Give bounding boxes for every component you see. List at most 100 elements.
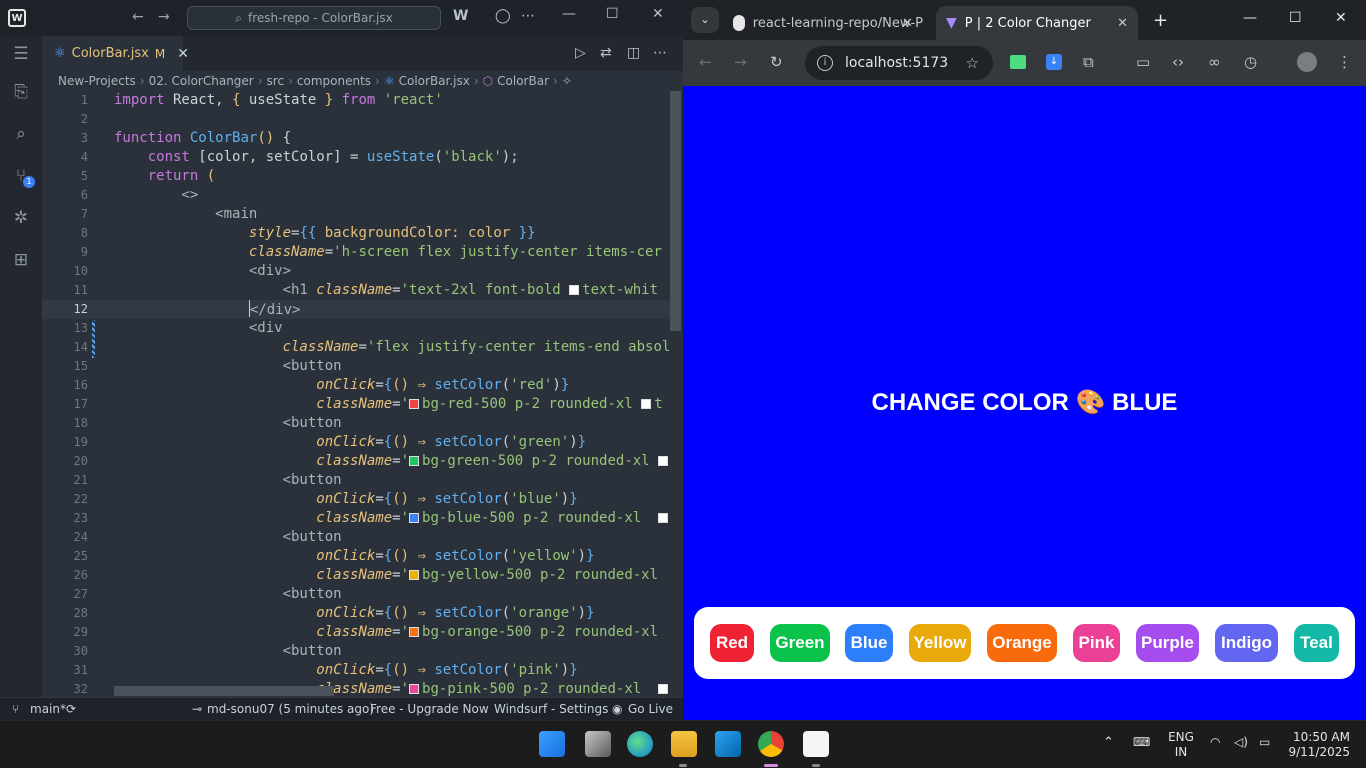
maximize-icon[interactable]: ☐ [1289, 10, 1302, 26]
run-icon[interactable]: ▷ [575, 45, 586, 61]
breadcrumb-item[interactable]: New-Projects [58, 74, 136, 88]
pink-button[interactable]: Pink [1073, 624, 1120, 662]
menu-icon[interactable]: ⋮ [1337, 53, 1352, 71]
tab-search-chevron-icon[interactable]: ⌄ [691, 7, 719, 33]
git-blame[interactable]: md-sonu07 (5 minutes ago) [207, 702, 374, 716]
download-extension-icon[interactable]: ↓ [1046, 54, 1062, 70]
code-token: <h1 [282, 282, 317, 298]
wifi-icon[interactable]: ◠ [1210, 735, 1220, 749]
color-swatch[interactable] [409, 570, 420, 580]
maximize-icon[interactable]: ☐ [606, 6, 619, 22]
windows-start-icon[interactable] [539, 731, 565, 757]
close-tab-icon[interactable]: ✕ [1117, 16, 1128, 31]
file-explorer-icon[interactable] [671, 731, 697, 757]
yellow-button[interactable]: Yellow [909, 624, 971, 662]
volume-icon[interactable]: ◁) [1234, 735, 1248, 749]
color-swatch[interactable] [641, 399, 652, 409]
menu-icon[interactable]: ☰ [11, 44, 31, 64]
indigo-button[interactable]: Indigo [1215, 624, 1278, 662]
chrome-icon[interactable] [758, 731, 784, 757]
clock[interactable]: 10:50 AM 9/11/2025 [1284, 730, 1350, 760]
color-swatch[interactable] [409, 399, 420, 409]
browser-tab-color-changer[interactable]: ▼ P | 2 Color Changer ✕ [936, 6, 1138, 40]
back-icon[interactable]: ← [699, 53, 712, 71]
mail-extension-icon[interactable] [1010, 55, 1026, 69]
run-debug-icon[interactable]: ✲ [11, 208, 31, 228]
show-hidden-icons[interactable]: ⌃ [1103, 735, 1114, 750]
battery-icon[interactable]: ▭ [1259, 735, 1270, 749]
vscode-icon[interactable] [715, 731, 741, 757]
color-swatch[interactable] [658, 513, 669, 523]
purple-button[interactable]: Purple [1136, 624, 1199, 662]
close-window-icon[interactable]: ✕ [1335, 10, 1347, 26]
go-live-button[interactable]: Go Live [628, 702, 673, 716]
upgrade-link[interactable]: Free - Upgrade Now [370, 702, 489, 716]
blue-button[interactable]: Blue [845, 624, 893, 662]
sync-icon[interactable]: ⟳ [66, 702, 76, 716]
command-center-search[interactable]: ⌕ fresh-repo - ColorBar.jsx [187, 6, 441, 30]
split-editor-icon[interactable]: ◫ [627, 45, 640, 61]
language-indicator[interactable]: ENG IN [1165, 730, 1197, 760]
color-swatch[interactable] [658, 684, 669, 694]
close-tab-icon[interactable]: ✕ [902, 16, 913, 31]
edge-icon[interactable] [627, 731, 653, 757]
site-info-icon[interactable]: i [817, 55, 833, 71]
branch-name[interactable]: main* [30, 702, 66, 716]
code-token: ); [501, 149, 519, 165]
tab-colorbar[interactable]: ⚛ ColorBar.jsx M ✕ [42, 36, 189, 71]
color-swatch[interactable] [658, 456, 669, 466]
bookmark-star-icon[interactable]: ☆ [966, 54, 979, 72]
breadcrumb-item[interactable]: ColorBar [497, 74, 549, 88]
task-view-icon[interactable] [585, 731, 611, 757]
windsurf-icon[interactable]: W [453, 8, 468, 24]
horizontal-scrollbar[interactable] [114, 686, 334, 696]
green-button[interactable]: Green [770, 624, 830, 662]
diff-icon[interactable]: ⇄ [600, 45, 612, 61]
breadcrumb-item[interactable]: src [267, 74, 285, 88]
history-icon[interactable]: ◷ [1244, 53, 1257, 71]
new-tab-icon[interactable]: + [1153, 10, 1168, 31]
teal-button[interactable]: Teal [1294, 624, 1339, 662]
line-number: 17 [73, 397, 88, 411]
windsurf-app-icon[interactable] [803, 731, 829, 757]
breadcrumb-item[interactable]: 02. ColorChanger [149, 74, 254, 88]
more-actions-icon[interactable]: ⋯ [653, 45, 667, 61]
close-window-icon[interactable]: ✕ [652, 6, 664, 22]
windsurf-settings[interactable]: Windsurf - Settings [494, 702, 608, 716]
color-swatch[interactable] [409, 684, 420, 694]
vertical-scrollbar[interactable] [670, 91, 681, 331]
reload-icon[interactable]: ↻ [770, 53, 783, 71]
keyboard-icon[interactable]: ⌨ [1133, 735, 1150, 749]
color-swatch[interactable] [569, 285, 580, 295]
minimize-icon[interactable]: — [1243, 10, 1257, 26]
orange-button[interactable]: Orange [987, 624, 1057, 662]
extensions-puzzle-icon[interactable]: ⧉ [1083, 53, 1094, 71]
back-arrow-icon[interactable]: ← [132, 9, 144, 25]
code-area[interactable]: 1 import React, { useState } from 'react'… [42, 91, 672, 697]
color-swatch[interactable] [409, 513, 420, 523]
forward-arrow-icon[interactable]: → [158, 9, 170, 25]
explorer-icon[interactable]: ⎘ [11, 82, 31, 102]
breadcrumb-item[interactable]: ColorBar.jsx [399, 74, 470, 88]
color-swatch[interactable] [409, 627, 420, 637]
more-icon[interactable]: ⋯ [521, 8, 535, 24]
browser-tab-github[interactable]: react-learning-repo/New-P ✕ [723, 6, 923, 40]
account-icon[interactable]: ◯ [495, 8, 511, 24]
devtools-icon[interactable]: ‹› [1172, 53, 1184, 71]
sparkle-icon[interactable]: ✧ [562, 74, 572, 88]
red-button[interactable]: Red [710, 624, 754, 662]
line-number: 1 [80, 93, 88, 107]
devices-icon[interactable]: ▭ [1136, 53, 1150, 71]
extensions-icon[interactable]: ⊞ [11, 250, 31, 270]
color-swatch[interactable] [409, 456, 420, 466]
link-icon[interactable]: ∞ [1208, 53, 1221, 71]
breadcrumb-item[interactable]: components [297, 74, 371, 88]
close-tab-icon[interactable]: ✕ [177, 46, 189, 62]
search-icon[interactable]: ⌕ [11, 124, 31, 144]
line-number: 18 [73, 416, 88, 430]
minimize-icon[interactable]: — [562, 6, 576, 22]
code-token: = [324, 244, 334, 260]
profile-avatar[interactable] [1297, 52, 1317, 72]
forward-icon[interactable]: → [734, 53, 747, 71]
address-bar[interactable]: i localhost:5173 ☆ [805, 46, 993, 80]
